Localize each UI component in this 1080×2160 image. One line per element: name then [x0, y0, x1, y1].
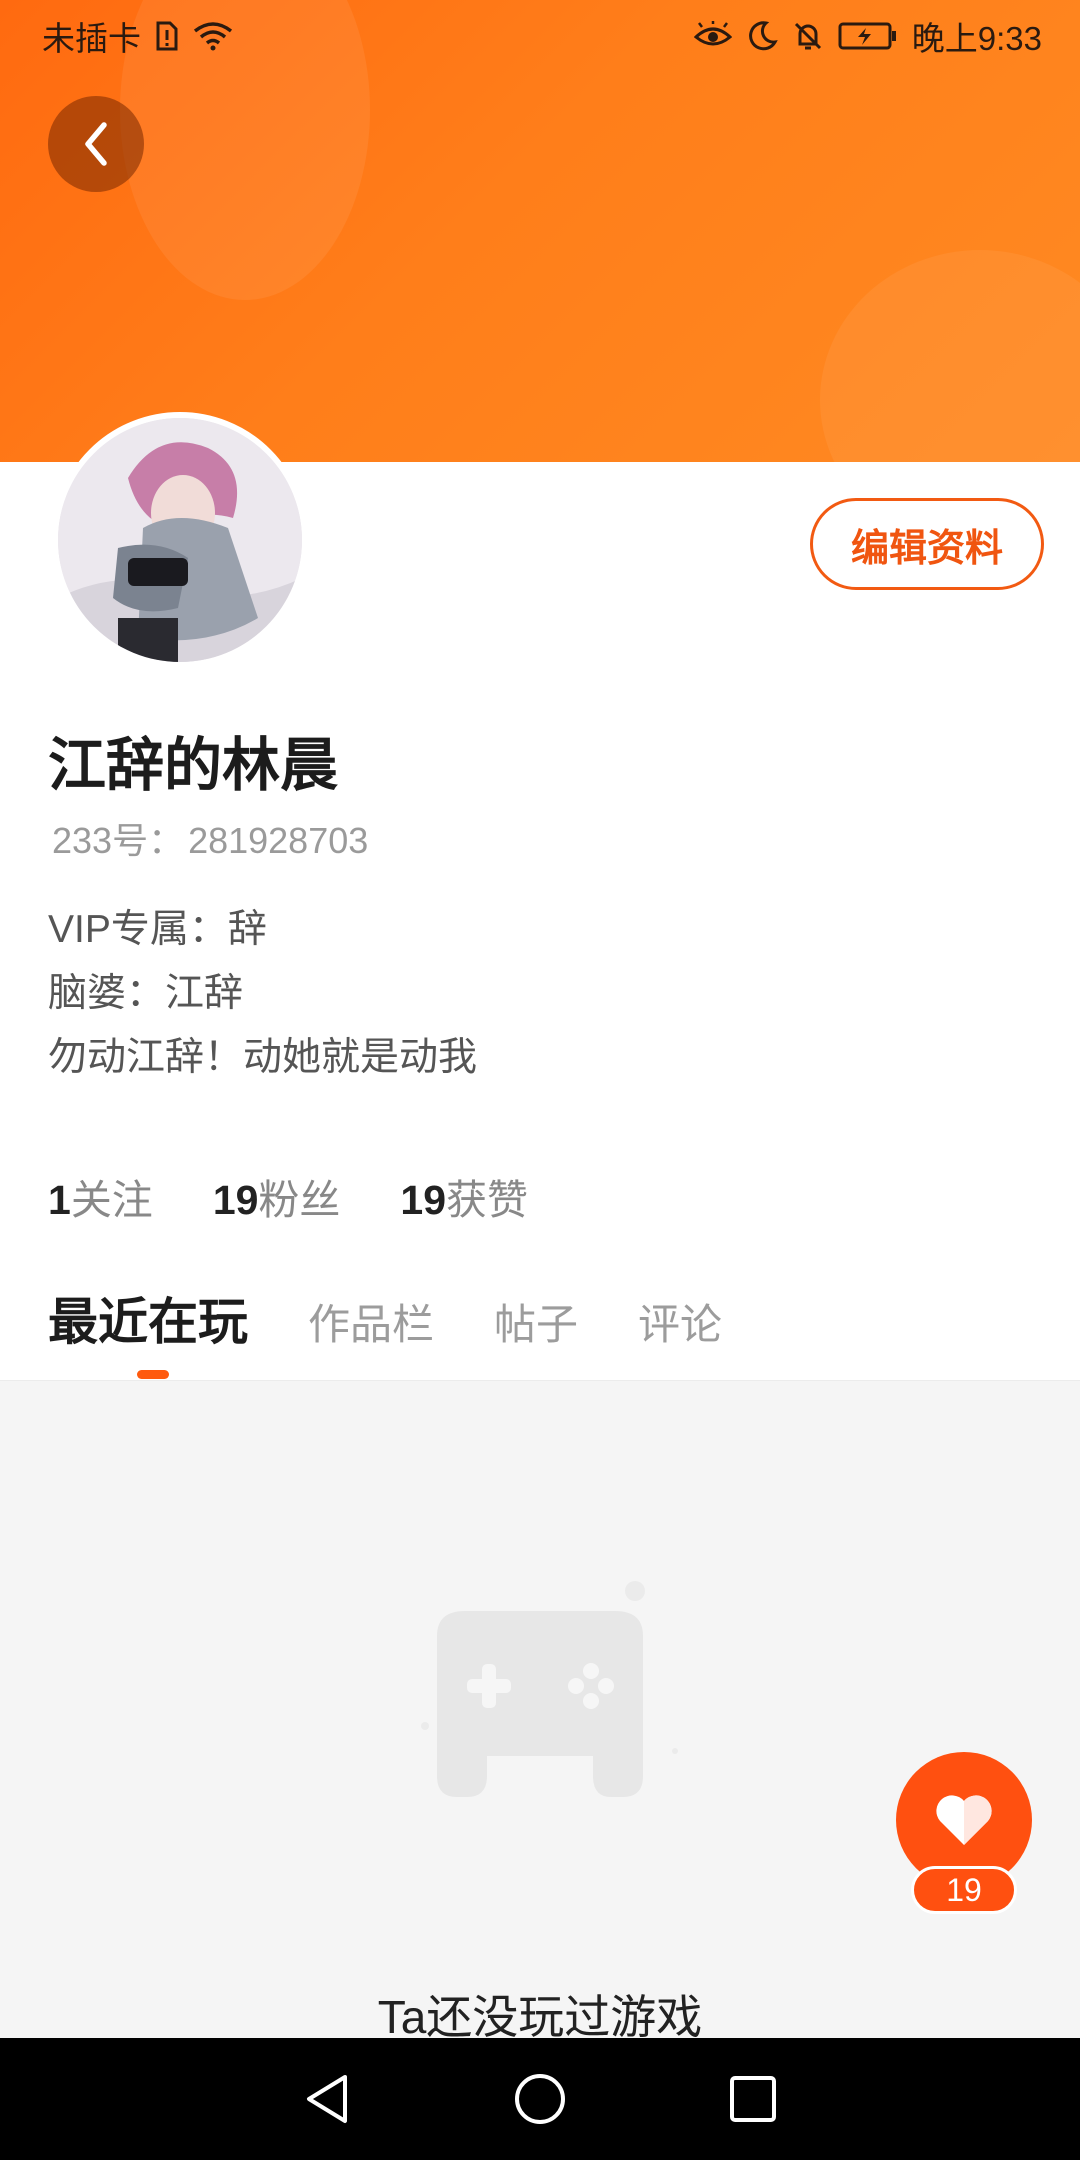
- stat-fans[interactable]: 19粉丝: [213, 1166, 341, 1226]
- profile-name: 江辞的林晨: [48, 733, 339, 798]
- profile-id-value: 281928703: [188, 820, 369, 861]
- stat-label: 获赞: [446, 1177, 529, 1223]
- profile-stats: 1关注 19粉丝 19获赞: [48, 1166, 528, 1226]
- nav-recents-button[interactable]: [713, 2059, 793, 2139]
- stat-label: 关注: [70, 1177, 153, 1223]
- nav-home-button[interactable]: [500, 2059, 580, 2139]
- stat-label: 粉丝: [258, 1177, 341, 1223]
- tab-posts[interactable]: 帖子: [494, 1291, 578, 1352]
- bio-line: 勿动江辞！动她就是动我: [48, 1036, 478, 1079]
- profile-tabs: 最近在玩 作品栏 帖子 评论: [48, 1282, 722, 1354]
- tab-comments[interactable]: 评论: [638, 1291, 722, 1352]
- stat-value: 19: [400, 1177, 447, 1223]
- square-recents-icon: [730, 2076, 777, 2122]
- banner-decoration: [820, 250, 1080, 462]
- edit-profile-button[interactable]: 编辑资料: [810, 498, 1044, 590]
- bell-off-icon: [794, 22, 821, 50]
- triangle-back-icon: [306, 2075, 347, 2123]
- moon-icon: [748, 21, 778, 51]
- profile-bio: VIP专属：辞 脑婆：江辞 勿动江辞！动她就是动我: [48, 898, 477, 1090]
- sim-alert-icon: [156, 21, 178, 51]
- battery-icon: [838, 22, 896, 50]
- bio-line: VIP专属：辞: [48, 908, 267, 951]
- status-time: 晚上9:33: [911, 20, 1042, 57]
- tab-recent-games[interactable]: 最近在玩: [48, 1282, 248, 1354]
- like-count-badge: 19: [911, 1866, 1017, 1914]
- wifi-icon: [193, 22, 233, 51]
- eye-icon: [693, 21, 732, 46]
- system-nav-bar: [0, 2038, 1080, 2160]
- stat-value: 1: [48, 1177, 71, 1223]
- back-button[interactable]: [48, 96, 144, 192]
- stat-likes[interactable]: 19获赞: [400, 1166, 528, 1226]
- carrier-label: 未插卡: [42, 20, 141, 57]
- avatar-image: [58, 418, 302, 662]
- stat-following[interactable]: 1关注: [48, 1166, 153, 1226]
- avatar[interactable]: [52, 412, 308, 668]
- nav-back-button[interactable]: [287, 2059, 367, 2139]
- profile-id: 233号： 281928703: [48, 812, 368, 864]
- profile-page: 未插卡 晚上9:33 编辑资料 江辞的林晨 233号： 281928703 VI…: [0, 0, 1080, 2160]
- active-tab-indicator: [137, 1370, 169, 1379]
- chevron-left-icon: [85, 122, 107, 166]
- bio-line: 脑婆：江辞: [48, 972, 244, 1015]
- tab-works[interactable]: 作品栏: [308, 1291, 434, 1352]
- heart-icon: [936, 1795, 992, 1845]
- status-bar: 未插卡 晚上9:33: [0, 0, 1080, 72]
- gamepad-icon: [421, 1581, 678, 1797]
- circle-home-icon: [514, 2074, 565, 2124]
- stat-value: 19: [212, 1177, 259, 1223]
- profile-id-label: 233号：: [52, 820, 185, 861]
- tab-content: Ta还没玩过游戏: [0, 1380, 1080, 2043]
